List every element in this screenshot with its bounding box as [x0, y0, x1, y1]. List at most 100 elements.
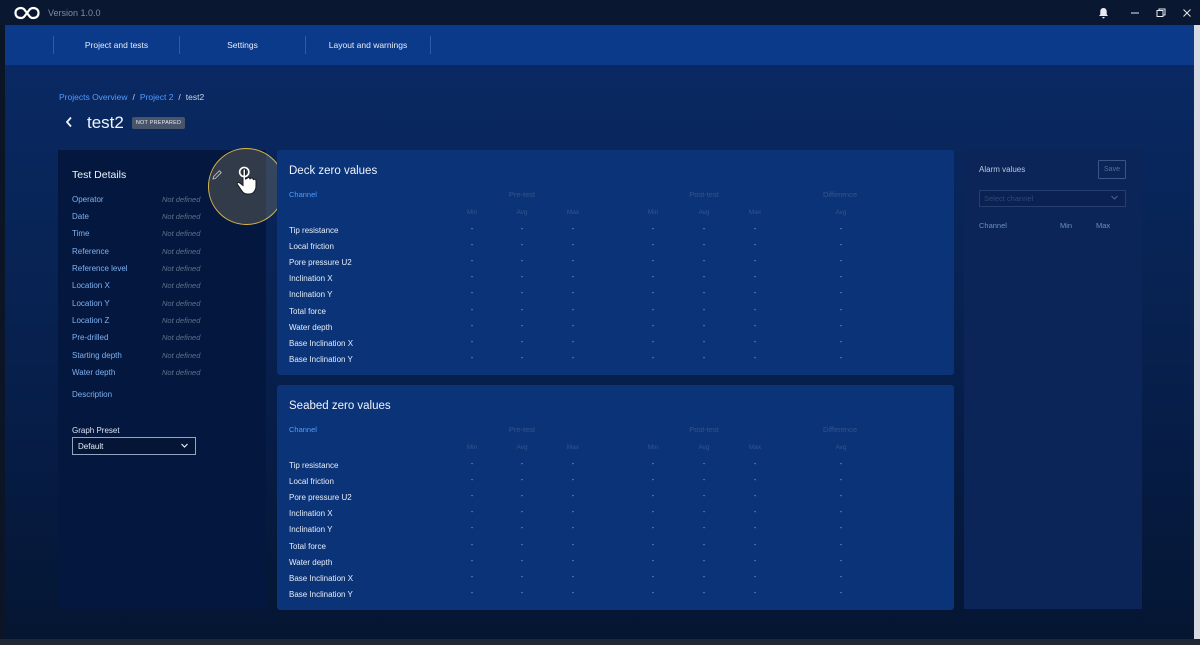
table-cell: -	[651, 258, 655, 266]
table-cell: -	[753, 226, 757, 233]
row-channel-label: Base Inclination Y	[289, 354, 353, 364]
table-cell: -	[839, 541, 843, 549]
column-group-header: Difference	[822, 425, 858, 434]
table-cell: -	[571, 525, 575, 533]
table-cell: -	[520, 493, 524, 501]
restore-icon[interactable]	[1148, 0, 1174, 25]
table-cell: -	[702, 573, 706, 581]
table-row: Inclination X - - - - - - -	[277, 274, 954, 286]
detail-row-location-y: Location Y Not defined	[72, 299, 262, 311]
chevron-down-icon	[1110, 193, 1119, 204]
detail-label: Date	[72, 212, 89, 221]
row-channel-label: Total force	[289, 541, 326, 551]
page-title: test2	[87, 113, 124, 132]
tab-project-and-tests[interactable]: Project and tests	[53, 36, 179, 54]
table-cell: -	[702, 306, 706, 314]
table-cell: -	[470, 290, 474, 298]
minimize-icon[interactable]	[1122, 0, 1148, 25]
save-button[interactable]: Save	[1098, 160, 1126, 179]
close-icon[interactable]	[1174, 0, 1200, 25]
detail-row-water-depth: Water depth Not defined	[72, 368, 262, 380]
detail-label: Time	[72, 229, 90, 238]
column-sub-header: Max	[566, 209, 580, 216]
table-cell: -	[520, 541, 524, 549]
table-cell: -	[753, 274, 757, 282]
table-row: Water depth - - - - - - -	[277, 323, 954, 335]
column-sub-header: Avg	[698, 444, 710, 451]
table-cell: -	[753, 557, 757, 565]
table-cell: -	[520, 525, 524, 533]
bell-icon[interactable]	[1090, 0, 1116, 25]
table-cell: -	[753, 525, 757, 533]
table-row: Local friction - - - - - - -	[277, 477, 954, 489]
seabed-zero-values-panel: Seabed zero values Channel Pre-test Post-t…	[277, 385, 954, 610]
table-cell: -	[839, 338, 843, 346]
table-cell: -	[702, 509, 706, 517]
table-row: Total force - - - - - - -	[277, 307, 954, 319]
detail-value: Not defined	[162, 333, 201, 342]
table-cell: -	[470, 589, 474, 597]
table-cell: -	[470, 557, 474, 565]
detail-row-time: Time Not defined	[72, 229, 262, 241]
table-cell: -	[651, 290, 655, 298]
table-cell: -	[651, 322, 655, 330]
table-cell: -	[753, 322, 757, 330]
table-cell: -	[470, 306, 474, 314]
column-sub-header: Min	[466, 444, 478, 451]
row-channel-label: Base Inclination Y	[289, 589, 353, 599]
detail-value: Not defined	[162, 264, 201, 273]
table-row: Tip resistance - - - - - - -	[277, 226, 954, 238]
table-cell: -	[839, 589, 843, 597]
tab-settings[interactable]: Settings	[179, 36, 305, 54]
chevron-left-icon[interactable]	[65, 115, 79, 131]
table-cell: -	[651, 525, 655, 533]
table-cell: -	[520, 338, 524, 346]
detail-label: Location Y	[72, 299, 110, 308]
table-cell: -	[702, 226, 706, 233]
window-titlebar: Version 1.0.0	[0, 0, 1200, 25]
detail-row-reference-level: Reference level Not defined	[72, 264, 262, 276]
detail-label: Reference	[72, 247, 109, 256]
panel-title: Deck zero values	[289, 165, 378, 177]
table-cell: -	[470, 258, 474, 266]
column-sub-header: Avg	[516, 209, 528, 216]
table-cell: -	[839, 354, 843, 362]
table-cell: -	[571, 493, 575, 501]
table-cell: -	[571, 338, 575, 346]
graph-preset-select[interactable]: Default	[72, 437, 196, 455]
tab-layout-and-warnings[interactable]: Layout and warnings	[305, 36, 431, 54]
detail-value: Not defined	[162, 316, 201, 325]
table-row: Base Inclination Y - - - - - - -	[277, 590, 954, 602]
table-cell: -	[571, 306, 575, 314]
table-cell: -	[470, 477, 474, 485]
deck-zero-values-panel: Deck zero values Channel Pre-test Post-tes…	[277, 150, 954, 375]
detail-row-reference: Reference Not defined	[72, 247, 262, 259]
row-channel-label: Tip resistance	[289, 461, 339, 470]
infinity-logo-icon	[14, 6, 40, 19]
table-cell: -	[702, 477, 706, 485]
breadcrumb-projects-overview[interactable]: Projects Overview	[59, 92, 128, 102]
table-cell: -	[470, 461, 474, 468]
table-cell: -	[470, 226, 474, 233]
detail-value: Not defined	[162, 247, 201, 256]
table-cell: -	[520, 242, 524, 250]
table-cell: -	[651, 242, 655, 250]
test-details-panel: Test Details Operator Not defined Date N…	[58, 148, 285, 609]
table-cell: -	[702, 589, 706, 597]
table-cell: -	[839, 525, 843, 533]
table-cell: -	[520, 509, 524, 517]
channel-select[interactable]: Select channel	[979, 190, 1126, 207]
detail-label: Starting depth	[72, 351, 122, 360]
breadcrumb-project[interactable]: Project 2	[140, 92, 174, 102]
table-cell: -	[520, 226, 524, 233]
table-cell: -	[571, 226, 575, 233]
column-sub-header: Avg	[835, 444, 847, 451]
table-cell: -	[839, 557, 843, 565]
table-cell: -	[753, 290, 757, 298]
table-cell: -	[520, 461, 524, 468]
table-cell: -	[571, 573, 575, 581]
detail-value: Not defined	[162, 368, 201, 377]
column-sub-header: Avg	[698, 209, 710, 216]
detail-row-date: Date Not defined	[72, 212, 262, 224]
detail-value: Not defined	[162, 195, 201, 204]
